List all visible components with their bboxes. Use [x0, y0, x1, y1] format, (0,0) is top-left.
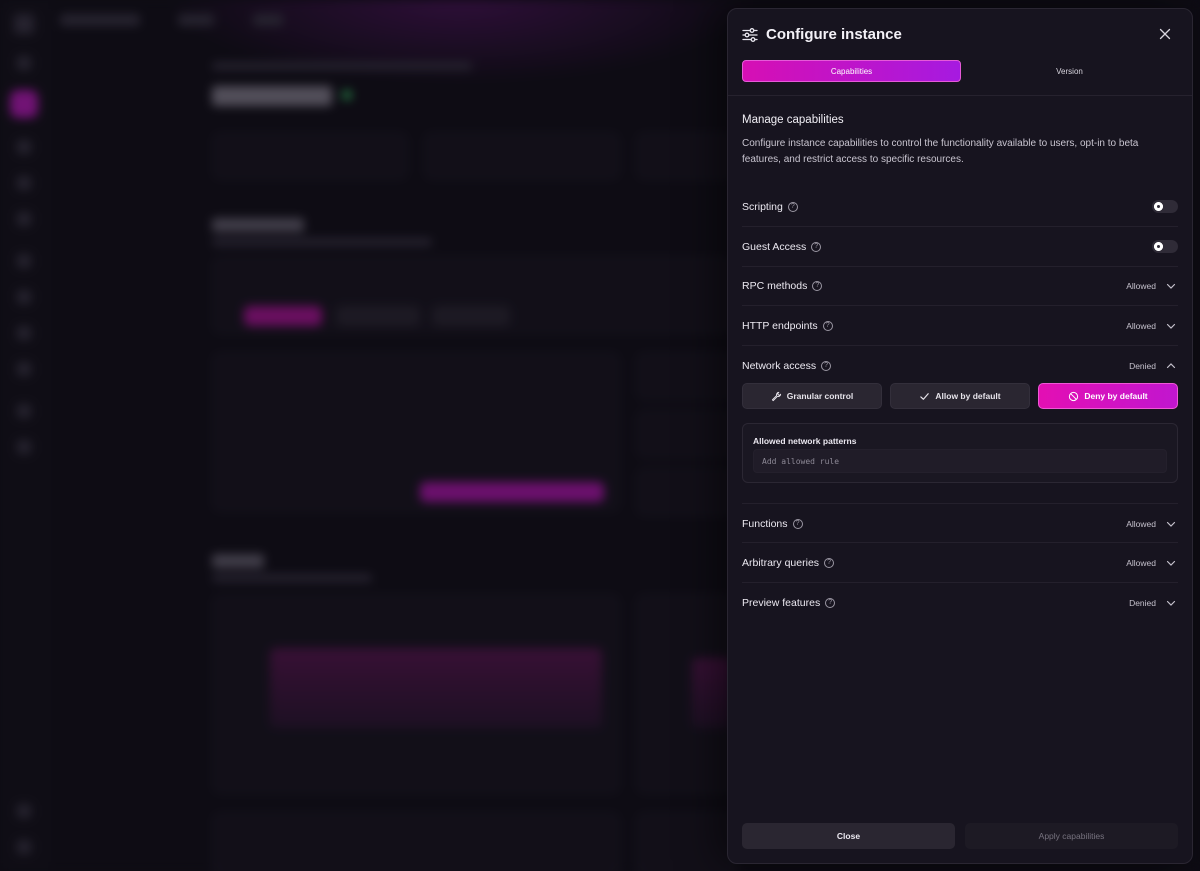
allow-by-default-button[interactable]: Allow by default [890, 383, 1030, 409]
tab-divider [728, 95, 1192, 96]
close-drawer-button[interactable] [1154, 23, 1176, 45]
close-button[interactable]: Close [742, 823, 955, 849]
button-label: Granular control [786, 391, 854, 401]
capability-row-functions[interactable]: Functions ? Allowed [742, 503, 1178, 543]
capability-label: Scripting [742, 201, 783, 213]
capability-label: Guest Access [742, 241, 807, 253]
capability-row-guest-access: Guest Access ? [742, 227, 1178, 267]
chevron-down-icon[interactable] [1166, 519, 1176, 529]
help-icon[interactable]: ? [824, 558, 835, 568]
add-allowed-rule-input[interactable] [753, 449, 1167, 473]
check-icon [920, 392, 930, 400]
granular-control-button[interactable]: Granular control [742, 383, 882, 409]
help-icon[interactable]: ? [825, 598, 836, 608]
section-description: Configure instance capabilities to contr… [742, 138, 1139, 165]
section-title: Manage capabilities [742, 114, 844, 126]
capability-label: RPC methods [742, 280, 808, 292]
toggle-knob [1154, 202, 1163, 211]
capability-status: Allowed [1126, 558, 1156, 568]
chevron-down-icon[interactable] [1166, 558, 1176, 568]
capability-row-http-endpoints[interactable]: HTTP endpoints ? Allowed [742, 306, 1178, 346]
chevron-down-icon[interactable] [1166, 281, 1176, 291]
capability-status: Allowed [1126, 321, 1156, 331]
chevron-up-icon[interactable] [1166, 361, 1176, 371]
capability-label: Preview features [742, 597, 821, 609]
capability-label: Functions [742, 518, 788, 530]
button-label: Deny by default [1084, 391, 1148, 401]
capability-status: Allowed [1126, 281, 1156, 291]
capability-row-network-access[interactable]: Network access ? Denied [742, 346, 1178, 386]
help-icon[interactable]: ? [822, 321, 833, 331]
patterns-label: Allowed network patterns [753, 436, 857, 446]
ban-icon [1069, 391, 1079, 401]
capability-row-arbitrary-queries[interactable]: Arbitrary queries ? Allowed [742, 543, 1178, 583]
configure-instance-drawer: Configure instance Capabilities Version … [727, 8, 1193, 864]
background-sidebar [0, 0, 48, 871]
help-icon[interactable]: ? [792, 519, 803, 529]
toggle-knob [1154, 242, 1163, 251]
close-icon [1159, 28, 1171, 40]
chevron-down-icon[interactable] [1166, 321, 1176, 331]
capability-label: Network access [742, 360, 817, 372]
scripting-toggle[interactable] [1152, 200, 1178, 213]
help-icon[interactable]: ? [787, 202, 798, 212]
capability-status: Allowed [1126, 519, 1156, 529]
capability-status: Denied [1129, 361, 1156, 371]
allowed-network-patterns: Allowed network patterns [742, 423, 1178, 483]
network-mode-buttons: Granular control Allow by default Deny b… [742, 383, 1178, 409]
drawer-tabs: Capabilities Version [742, 60, 1178, 82]
help-icon[interactable]: ? [812, 281, 823, 291]
capability-status: Denied [1129, 598, 1156, 608]
chevron-down-icon[interactable] [1166, 598, 1176, 608]
capability-row-scripting: Scripting ? [742, 187, 1178, 227]
capability-label: HTTP endpoints [742, 320, 818, 332]
capability-label: Arbitrary queries [742, 557, 820, 569]
tab-version[interactable]: Version [961, 60, 1178, 82]
drawer-header: Configure instance [728, 9, 1192, 61]
button-label: Allow by default [935, 391, 1001, 401]
apply-capabilities-button[interactable]: Apply capabilities [965, 823, 1178, 849]
tab-capabilities[interactable]: Capabilities [742, 60, 961, 82]
capability-row-preview-features[interactable]: Preview features ? Denied [742, 583, 1178, 623]
help-icon[interactable]: ? [811, 242, 822, 252]
drawer-title: Configure instance [766, 26, 902, 43]
drawer-footer: Close Apply capabilities [742, 823, 1178, 849]
wrench-icon [771, 391, 781, 401]
sliders-icon [742, 28, 758, 42]
help-icon[interactable]: ? [821, 361, 832, 371]
guest-access-toggle[interactable] [1152, 240, 1178, 253]
capability-row-rpc-methods[interactable]: RPC methods ? Allowed [742, 266, 1178, 306]
deny-by-default-button[interactable]: Deny by default [1038, 383, 1178, 409]
